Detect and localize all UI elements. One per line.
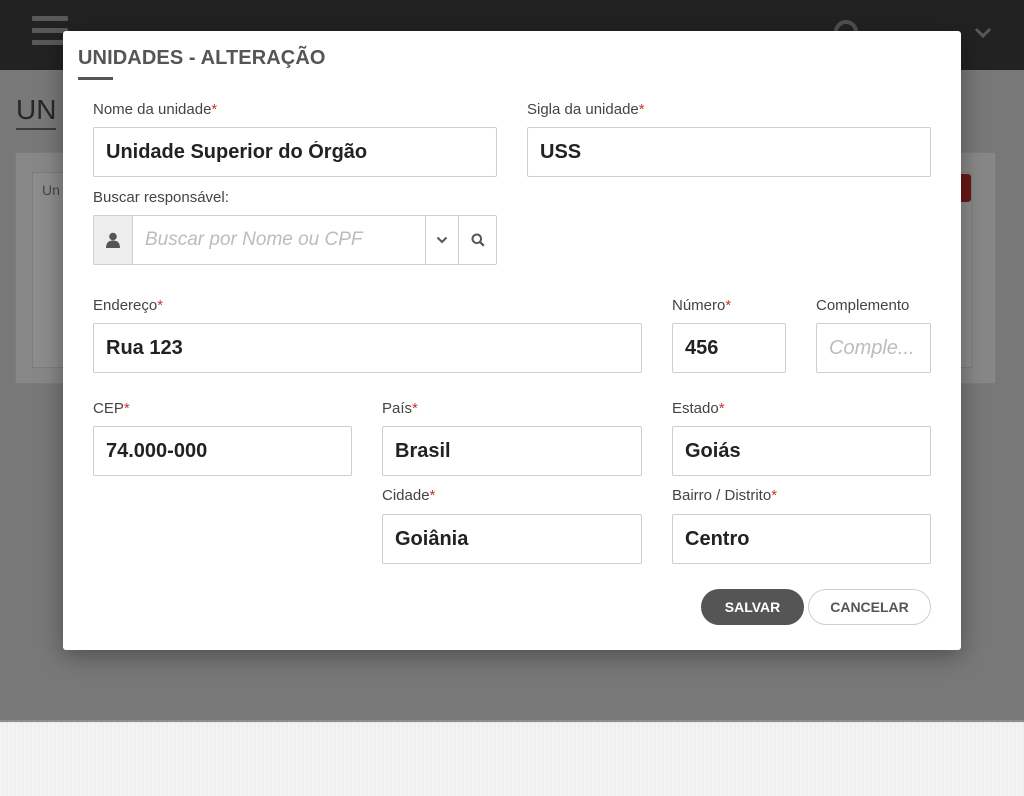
responsavel-dropdown-button[interactable] <box>425 216 458 264</box>
responsavel-search-group <box>93 215 497 265</box>
cancel-button[interactable]: CANCELAR <box>808 589 931 625</box>
bairro-label: Bairro / Distrito* <box>672 487 777 504</box>
cep-label: CEP* <box>93 400 130 417</box>
bairro-label-text: Bairro / Distrito <box>672 487 772 504</box>
cidade-input[interactable] <box>382 514 642 564</box>
modal-title: UNIDADES - ALTERAÇÃO <box>78 47 326 69</box>
required-marker: * <box>718 400 725 417</box>
required-marker: * <box>638 101 645 118</box>
save-button[interactable]: SALVAR <box>701 589 804 625</box>
sigla-input[interactable] <box>527 127 931 177</box>
bairro-input[interactable] <box>672 514 931 564</box>
cidade-label-text: Cidade <box>382 487 430 504</box>
required-marker: * <box>429 487 436 504</box>
estado-label-text: Estado <box>672 400 719 417</box>
edit-unit-modal: UNIDADES - ALTERAÇÃO Nome da unidade* Si… <box>63 31 961 650</box>
endereco-input[interactable] <box>93 323 642 373</box>
responsavel-search-button[interactable] <box>458 216 496 264</box>
responsavel-search-input[interactable] <box>133 216 425 264</box>
required-marker: * <box>412 400 418 417</box>
cep-input[interactable] <box>93 426 352 476</box>
estado-input[interactable] <box>672 426 931 476</box>
numero-label: Número* <box>672 297 731 314</box>
complemento-input[interactable] <box>816 323 931 373</box>
pais-label: País* <box>382 400 418 417</box>
required-marker: * <box>211 101 218 118</box>
title-underline <box>78 77 113 80</box>
numero-label-text: Número <box>672 297 726 314</box>
user-icon <box>94 216 133 264</box>
estado-label: Estado* <box>672 400 725 417</box>
endereco-label: Endereço* <box>93 297 163 314</box>
endereco-label-text: Endereço <box>93 297 158 314</box>
sigla-label-text: Sigla da unidade <box>527 101 639 118</box>
search-icon <box>471 233 485 247</box>
required-marker: * <box>771 487 778 504</box>
numero-input[interactable] <box>672 323 786 373</box>
nome-label: Nome da unidade* <box>93 101 217 118</box>
page-footer <box>0 722 1024 796</box>
required-marker: * <box>725 297 732 314</box>
responsavel-label: Buscar responsável: <box>93 189 229 206</box>
nome-input[interactable] <box>93 127 497 177</box>
complemento-label: Complemento <box>816 297 910 314</box>
sigla-label: Sigla da unidade* <box>527 101 645 118</box>
pais-input[interactable] <box>382 426 642 476</box>
cep-label-text: CEP <box>93 400 124 417</box>
cidade-label: Cidade* <box>382 487 435 504</box>
required-marker: * <box>157 297 164 314</box>
pais-label-text: País <box>382 400 413 417</box>
chevron-down-icon <box>436 236 448 244</box>
required-marker: * <box>123 400 130 417</box>
nome-label-text: Nome da unidade <box>93 101 212 118</box>
